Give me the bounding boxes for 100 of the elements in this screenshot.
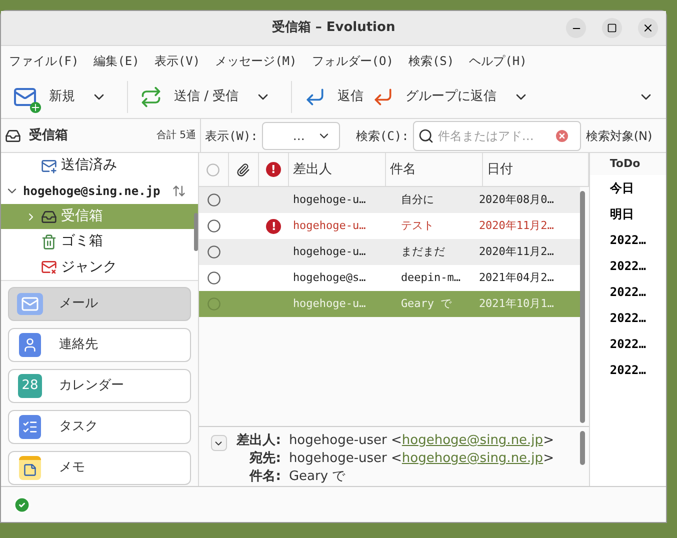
reply-all-icon (372, 86, 394, 108)
sync-icon (172, 184, 186, 198)
account-name: hogehoge@sing.ne.jp (23, 183, 160, 200)
switcher-button[interactable]: タスク (8, 410, 191, 444)
menu-item[interactable]: 表示(V) (154, 52, 200, 70)
email-link[interactable]: hogehoge@sing.ne.jp (402, 451, 544, 466)
todo-day-label: 2022… (608, 232, 647, 249)
menu-item[interactable]: 編集(E) (94, 52, 140, 70)
todo-day-label: 明日 (608, 206, 635, 223)
column-header[interactable]: 日付 (482, 153, 589, 186)
sender-cell-text: hogehoge-u… (292, 244, 367, 260)
toolbar-button[interactable]: 新規 (9, 80, 79, 114)
search-input[interactable]: 件名またはアド… (438, 126, 550, 144)
todo-day-label: 2022… (608, 362, 647, 379)
menu-item[interactable]: メッセージ(M) (215, 52, 297, 70)
header-value: hogehoge-user <hogehoge@sing.ne.jp> (288, 450, 554, 468)
sender-cell-text: hogehoge-u… (292, 296, 367, 312)
subject-cell-text: テスト (400, 218, 435, 234)
read-status-icon (206, 162, 220, 176)
message-row[interactable]: hogehoge-u… まだまだ 2020年11月2… (198, 239, 580, 265)
task-icon (19, 415, 41, 439)
date-cell-text: 2021年10月1… (478, 296, 555, 312)
header-label: 件名: (248, 468, 281, 486)
date-cell-text: 2020年11月2… (478, 244, 555, 260)
search-icon (418, 128, 434, 144)
message-row[interactable]: hogehoge-u… 自分に 2020年08月0… (198, 187, 580, 213)
calendar-icon: 28 (18, 374, 42, 398)
folder-item[interactable]: ゴミ箱 (1, 229, 198, 255)
inbox-icon (41, 208, 57, 225)
important-icon: ! (266, 162, 281, 177)
column-header[interactable]: 件名 (386, 153, 483, 186)
clear-icon[interactable] (554, 128, 570, 144)
junk-mail-icon (41, 259, 57, 276)
subject-cell-text: deepin-m… (400, 270, 462, 286)
status-ok-icon (13, 496, 31, 514)
todo-day-label: 2022… (608, 284, 647, 301)
todo-day-label: 2022… (608, 258, 647, 275)
switcher-button[interactable]: 28 カレンダー (8, 369, 191, 403)
column-header[interactable]: 差出人 (288, 153, 386, 186)
close-icon (642, 22, 654, 34)
folder-title: 受信箱 (29, 126, 68, 145)
maximize-icon (607, 23, 617, 33)
sender-cell-text: hogehoge-u… (292, 192, 367, 208)
toolbar-button[interactable]: 送信 / 受信 (136, 80, 243, 114)
search-field[interactable]: 件名またはアド… (412, 120, 581, 150)
message-row[interactable]: ! hogehoge-u… テスト 2020年11月2… (198, 213, 580, 239)
switcher-button[interactable]: メモ (8, 451, 191, 485)
important-icon: ! (266, 218, 282, 234)
todo-day-label: 2022… (608, 336, 647, 353)
todo-day-label: 2022… (608, 310, 647, 327)
date-cell-text: 2020年11月2… (478, 218, 555, 234)
toolbar-button[interactable]: 返信 (300, 80, 368, 114)
window-title: 受信箱 – Evolution (272, 18, 396, 38)
subject-cell-text: Geary で (400, 296, 453, 312)
contact-icon (19, 333, 41, 357)
header-label: 差出人: (235, 432, 281, 450)
search-label: 検索(C): (356, 128, 409, 144)
message-row[interactable]: hogehoge@s… deepin-m… 2021年04月2… (198, 265, 580, 291)
unread-icon[interactable] (206, 219, 221, 233)
date-cell-text: 2021年04月2… (478, 270, 555, 286)
date-cell-text: 2020年08月0… (478, 192, 555, 208)
folder-item[interactable]: ジャンク (1, 254, 198, 280)
header-value: hogehoge-user <hogehoge@sing.ne.jp> (288, 432, 554, 450)
expand-button[interactable] (210, 435, 227, 451)
sent-mail-icon (41, 158, 57, 174)
menu-item[interactable]: フォルダー(O) (312, 52, 394, 70)
unread-icon[interactable] (206, 193, 221, 207)
subject-cell-text: まだまだ (400, 244, 446, 260)
scope-label: 検索対象(N) (586, 128, 652, 144)
unread-icon[interactable] (206, 245, 221, 259)
folder-item[interactable]: 送信済み (1, 153, 198, 178)
toolbar-button[interactable]: グループに返信 (368, 80, 501, 114)
switcher-button[interactable]: 連絡先 (8, 328, 191, 362)
memo-icon (19, 456, 41, 480)
todo-title: ToDo (590, 153, 666, 175)
todo-day-label: 今日 (608, 180, 635, 197)
close-button[interactable] (638, 18, 658, 38)
switcher-button[interactable]: メール (8, 287, 191, 321)
header-label: 宛先: (248, 450, 281, 468)
menu-item[interactable]: ファイル(F) (9, 52, 79, 70)
send-receive-icon (140, 86, 162, 108)
trash-icon (41, 234, 57, 250)
sender-cell-text: hogehoge@s… (292, 270, 367, 286)
menu-item[interactable]: ヘルプ(H) (469, 52, 527, 70)
attachment-icon (236, 162, 250, 176)
inbox-icon (5, 128, 21, 144)
sender-cell-text: hogehoge-u… (292, 218, 367, 234)
show-dropdown[interactable]: … (262, 122, 340, 150)
message-count: 合計 5通 (156, 128, 196, 143)
scrollbar (580, 431, 585, 465)
mail-icon (17, 293, 43, 315)
reply-icon (304, 86, 326, 108)
unread-icon[interactable] (206, 271, 221, 285)
email-link[interactable]: hogehoge@sing.ne.jp (402, 433, 544, 448)
maximize-button[interactable] (602, 18, 622, 38)
header-value: Geary で (288, 468, 346, 486)
scrollbar (194, 213, 198, 251)
subject-cell-text: 自分に (400, 192, 435, 208)
menu-item[interactable]: 検索(S) (408, 52, 454, 70)
show-label: 表示(W): (205, 128, 258, 144)
